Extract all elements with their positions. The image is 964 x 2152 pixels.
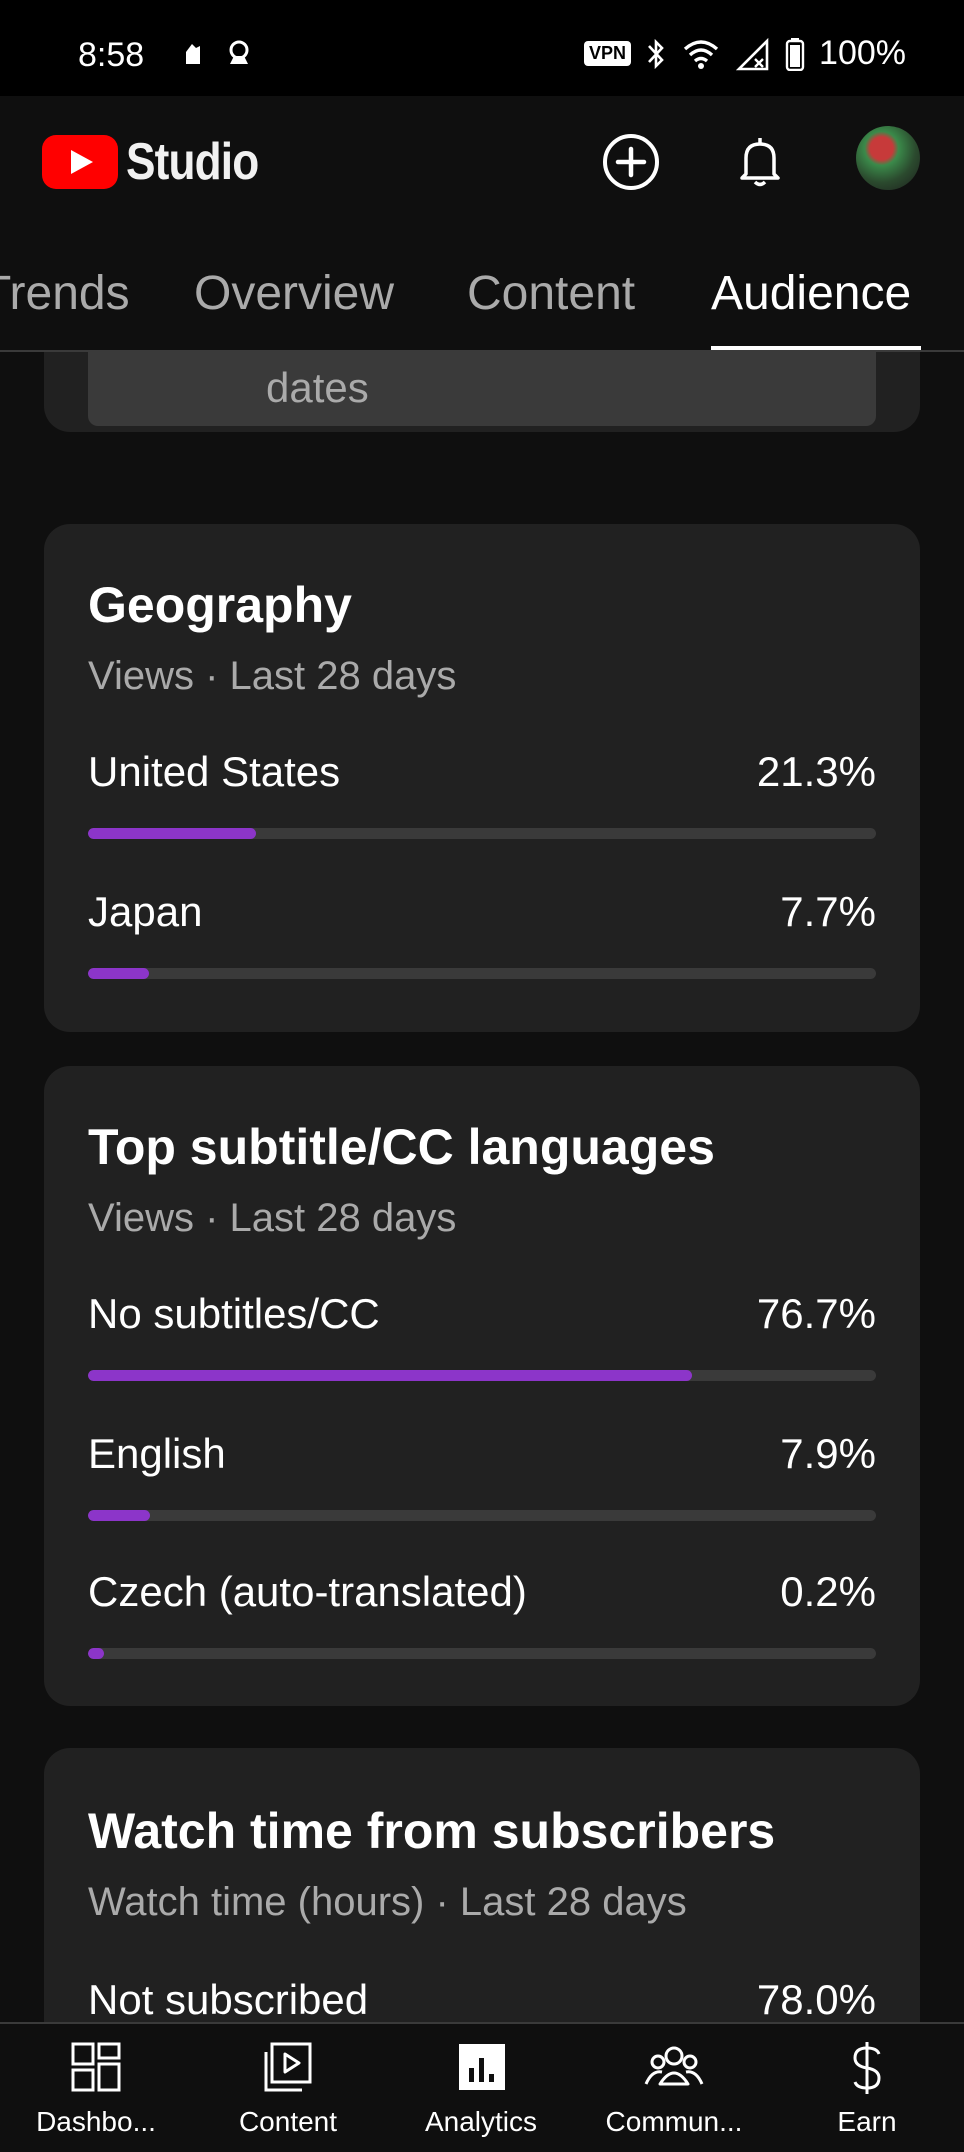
language-bar-fill <box>88 1648 104 1659</box>
youtube-studio-logo[interactable]: Studio <box>42 132 282 192</box>
nav-label: Earn <box>837 2106 897 2137</box>
notifications-bell-icon[interactable] <box>730 132 790 192</box>
subscription-value: 78.0% <box>756 1976 876 2022</box>
country-value: 21.3% <box>756 748 876 795</box>
subscription-label: Not subscribed <box>88 1976 369 2022</box>
nav-label: Content <box>238 2106 338 2137</box>
card-title: Top subtitle/CC languages <box>88 1119 715 1175</box>
language-bar-track <box>88 1648 876 1659</box>
battery-icon <box>785 37 805 71</box>
wifi-icon <box>683 39 719 69</box>
tab-overview[interactable]: Overview <box>194 266 394 321</box>
app-header: Studio <box>0 96 964 236</box>
country-label: United States <box>88 748 341 795</box>
nav-label: Commun... <box>605 2106 743 2137</box>
nav-label: Analytics <box>424 2106 538 2137</box>
battery-level: 100% <box>819 34 906 72</box>
status-bar: 8:58 VPN 100% <box>0 0 964 96</box>
bluetooth-icon <box>648 38 664 69</box>
card-subtitle: Views · Last 28 days <box>88 654 457 698</box>
subtitle-languages-card[interactable]: Top subtitle/CC languages Views · Last 2… <box>44 1066 920 1706</box>
notification-app-icon-2 <box>229 40 249 64</box>
tab-trends[interactable]: Trends <box>0 266 130 321</box>
status-time: 8:58 <box>78 36 145 74</box>
country-bar-fill <box>88 968 149 979</box>
country-bar-fill <box>88 828 256 839</box>
language-value: 0.2% <box>780 1568 876 1615</box>
previous-card-text: dates <box>266 364 369 411</box>
tab-content[interactable]: Content <box>467 266 635 321</box>
previous-card-inner[interactable]: dates <box>88 352 876 426</box>
earn-icon <box>853 2042 881 2094</box>
youtube-play-icon <box>42 135 118 189</box>
dashboard-icon <box>71 2042 121 2092</box>
create-button[interactable] <box>601 132 661 192</box>
country-label: Japan <box>88 888 203 935</box>
notification-app-icon <box>186 44 200 64</box>
nav-label: Dashbo... <box>36 2106 156 2137</box>
cell-signal-icon <box>735 37 769 70</box>
content-icon <box>264 2042 312 2092</box>
language-bar-track <box>88 1510 876 1521</box>
card-subtitle: Watch time (hours) · Last 28 days <box>88 1880 687 1924</box>
language-value: 7.9% <box>780 1430 876 1477</box>
vpn-badge: VPN <box>584 41 632 66</box>
geography-card[interactable]: Geography Views · Last 28 days United St… <box>44 524 920 1032</box>
language-bar-track <box>88 1370 876 1381</box>
language-label: Czech (auto-translated) <box>88 1568 527 1615</box>
card-title: Geography <box>88 577 352 633</box>
nav-earn[interactable]: Earn <box>771 2024 963 2152</box>
card-title: Watch time from subscribers <box>88 1803 776 1859</box>
country-bar-track <box>88 968 876 979</box>
previous-card: dates <box>44 352 920 432</box>
language-bar-fill <box>88 1370 693 1381</box>
nav-analytics[interactable]: Analytics <box>385 2024 577 2152</box>
audience-content[interactable]: dates Geography Views · Last 28 days Uni… <box>0 352 964 2022</box>
language-label: English <box>88 1430 226 1477</box>
nav-dashboard[interactable]: Dashbo... <box>0 2024 192 2152</box>
community-icon <box>644 2046 704 2086</box>
analytics-tabs: Trends Overview Content Audience <box>0 236 964 352</box>
app-name: Studio <box>126 133 259 191</box>
status-right: VPN 100% <box>584 34 906 73</box>
language-value: 76.7% <box>756 1290 876 1337</box>
account-avatar[interactable] <box>856 126 920 190</box>
country-bar-track <box>88 828 876 839</box>
country-value: 7.7% <box>780 888 876 935</box>
analytics-icon <box>459 2044 505 2090</box>
nav-community[interactable]: Commun... <box>578 2024 770 2152</box>
nav-content[interactable]: Content <box>192 2024 384 2152</box>
tab-audience[interactable]: Audience <box>711 266 911 321</box>
language-label: No subtitles/CC <box>88 1290 380 1337</box>
card-subtitle: Views · Last 28 days <box>88 1196 457 1240</box>
language-bar-fill <box>88 1510 151 1521</box>
subscribers-watch-time-card[interactable]: Watch time from subscribers Watch time (… <box>44 1748 920 2022</box>
bottom-navigation: Dashbo... Content Analytics Commun... Ea… <box>0 2022 964 2152</box>
